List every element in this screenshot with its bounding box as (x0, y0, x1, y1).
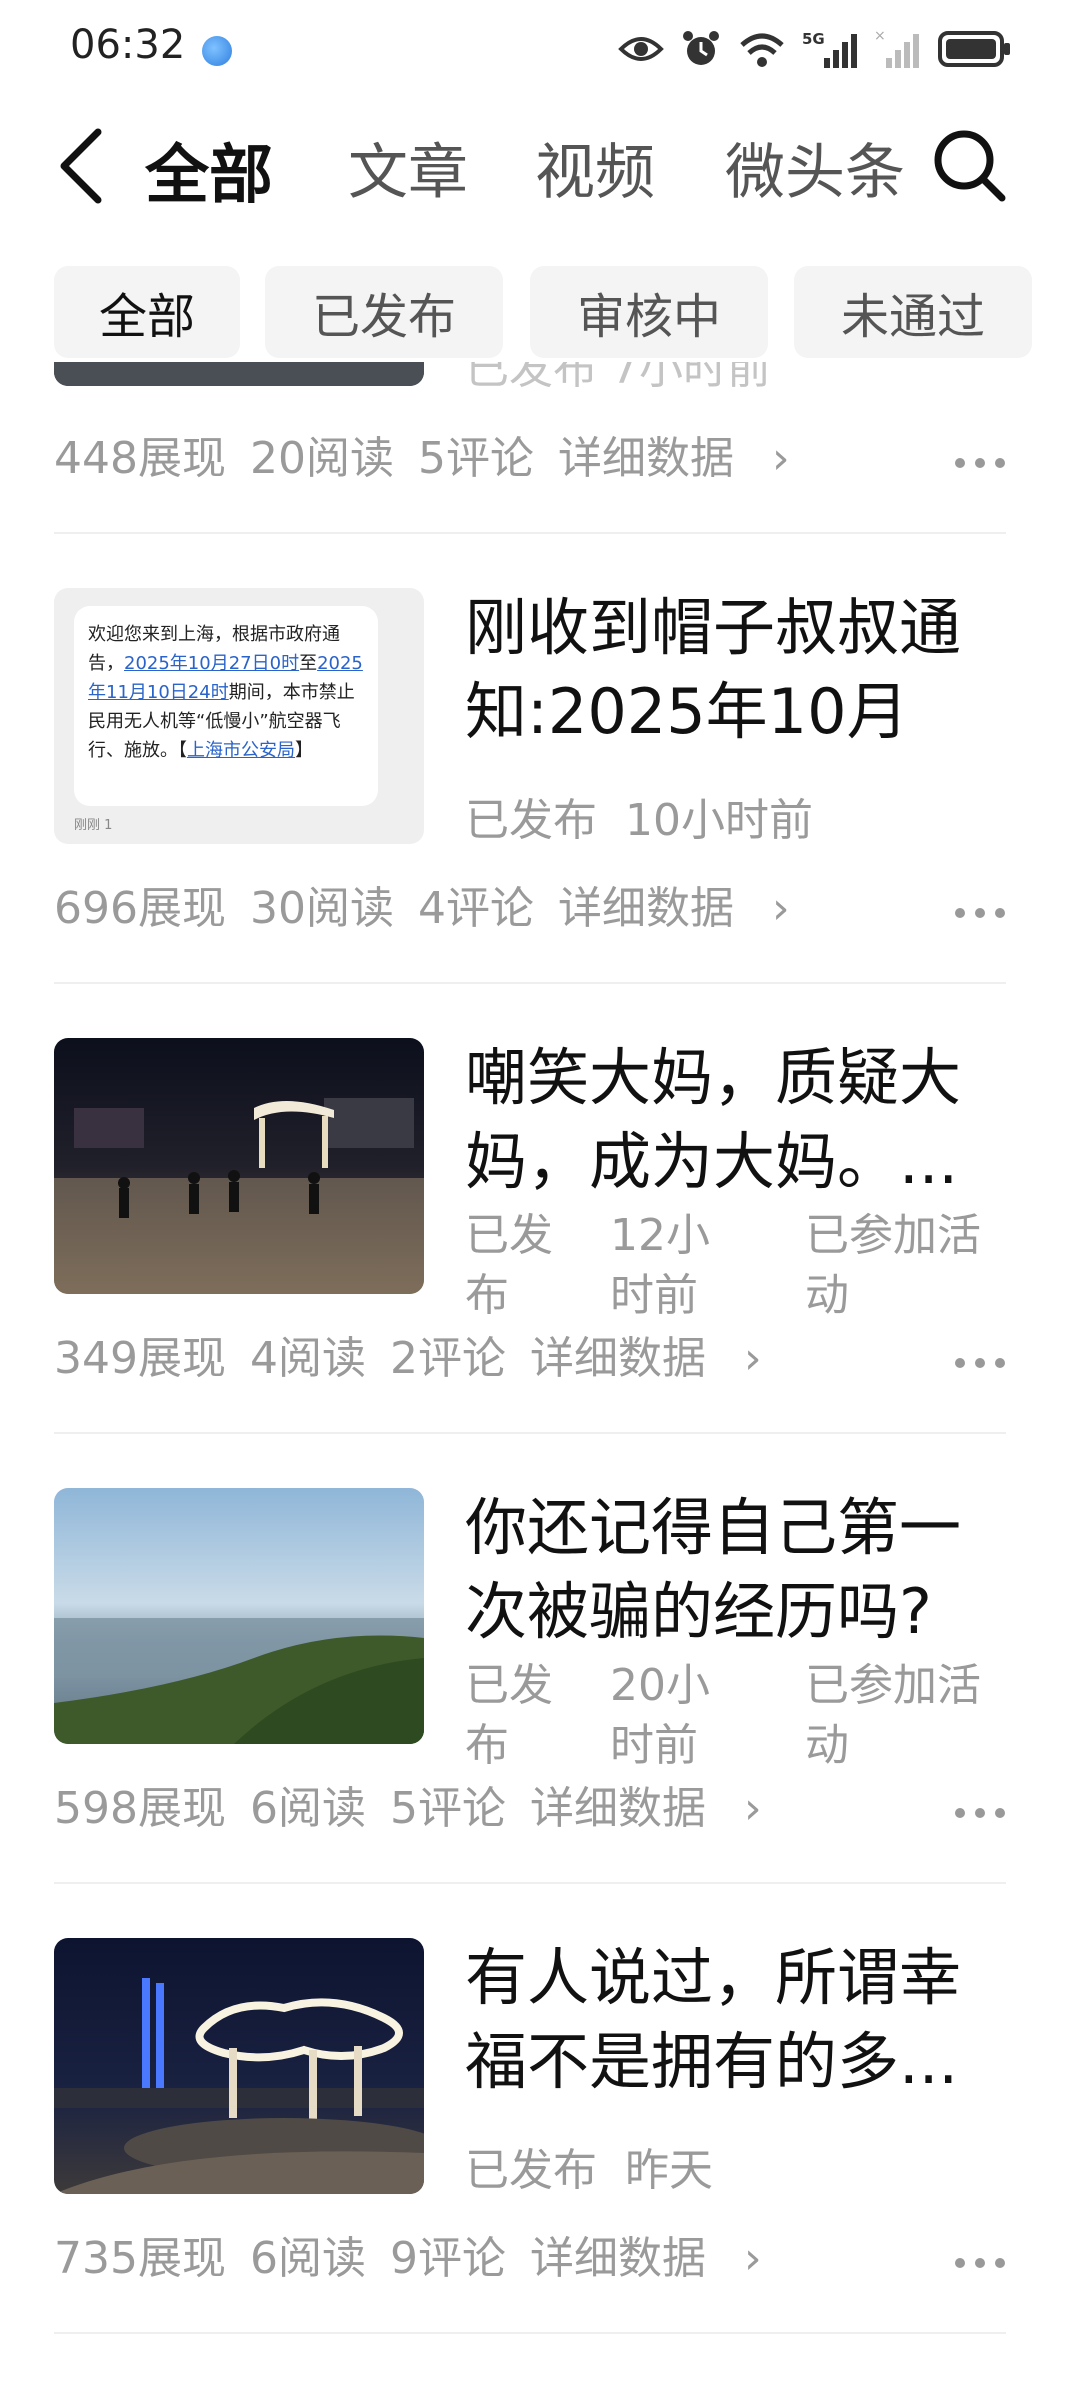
detail-data-label: 详细数据 (529, 1783, 706, 1834)
activity-tag: 已参加活动 (805, 1210, 981, 1321)
comments-count: 5评论 (417, 433, 534, 484)
comments-count: 4评论 (417, 883, 534, 934)
publish-time: 12小时前 (610, 1210, 710, 1321)
browser-notification-icon (202, 36, 232, 66)
item-meta: 已发布 10小时前 (465, 784, 813, 848)
notice-message-bubble: 欢迎您来到上海，根据市政府通告，2025年10月27日0时至2025年11月10… (74, 606, 378, 806)
signal-no-sim-icon: × (874, 28, 919, 68)
detail-data-label: 详细数据 (529, 1333, 706, 1384)
reads-count: 30阅读 (249, 883, 394, 934)
tab-videos[interactable]: 视频 (535, 124, 655, 211)
more-options-icon[interactable] (950, 448, 1010, 478)
status-time: 06:32 (70, 22, 186, 68)
item-meta: 已发布 昨天 (465, 2134, 713, 2198)
top-nav: 全部 文章 视频 微头条 (0, 110, 1080, 220)
article-thumbnail (54, 1938, 424, 2194)
alarm-icon (683, 31, 719, 65)
filter-reviewing[interactable]: 审核中 (530, 266, 768, 358)
article-title[interactable]: 你还记得自己第一次被骗的经历吗? (465, 1486, 1005, 1654)
reads-count: 6阅读 (249, 1783, 366, 1834)
detail-data-link[interactable]: 详细数据 › (530, 1333, 762, 1384)
svg-text:×: × (874, 28, 886, 44)
back-button[interactable] (50, 126, 120, 206)
publish-time: 20小时前 (610, 1660, 710, 1771)
reads-count: 20阅读 (249, 433, 394, 484)
publish-status: 已发布 (465, 795, 597, 846)
more-options-icon[interactable] (950, 1798, 1010, 1828)
detail-data-label: 详细数据 (529, 2233, 706, 2284)
publish-time: 昨天 (624, 2145, 713, 2196)
more-options-icon[interactable] (950, 898, 1010, 928)
notice-date-start: 2025年10月27日0时 (124, 653, 300, 674)
views-count: 448展现 (54, 433, 226, 484)
reads-count: 6阅读 (249, 2233, 366, 2284)
notice-text-end: 】 (295, 740, 313, 761)
more-options-icon[interactable] (950, 1348, 1010, 1378)
publish-status: 已发布 (465, 2145, 597, 2196)
item-stats: 349展现 4阅读 2评论 详细数据 › (54, 1322, 762, 1386)
detail-data-link[interactable]: 详细数据 › (558, 883, 790, 934)
views-count: 598展现 (54, 1783, 226, 1834)
notice-source: 上海市公安局 (187, 740, 295, 761)
item-stats: 735展现 6阅读 9评论 详细数据 › (54, 2222, 762, 2286)
article-title[interactable]: 嘲笑大妈，质疑大妈，成为大妈。... (465, 1036, 1005, 1204)
divider (54, 1882, 1006, 1884)
article-title[interactable]: 有人说过，所谓幸福不是拥有的多... (465, 1936, 1005, 2104)
publish-status: 已发布 (465, 1210, 553, 1321)
divider (54, 982, 1006, 984)
article-title[interactable]: 刚收到帽子叔叔通知:2025年10月2... (465, 586, 1005, 754)
content-list: 已发布 7小时前 448展现 20阅读 5评论 详细数据 › 欢迎您来到上海，根据市政… (0, 362, 1080, 2400)
tab-micro-headlines[interactable]: 微头条 (725, 124, 905, 211)
item-stats: 598展现 6阅读 5评论 详细数据 › (54, 1772, 762, 1836)
battery-icon (938, 31, 1010, 67)
publish-time: 10小时前 (624, 795, 813, 846)
signal-5g-icon: 5G (802, 30, 857, 68)
notice-text-mid: 至 (299, 653, 318, 674)
tab-articles[interactable]: 文章 (348, 124, 468, 211)
wifi-icon (740, 33, 784, 67)
article-thumbnail: 欢迎您来到上海，根据市政府通告，2025年10月27日0时至2025年11月10… (54, 588, 424, 844)
publish-status: 已发布 (465, 1660, 553, 1771)
item-stats: 696展现 30阅读 4评论 详细数据 › (54, 872, 790, 936)
item-stats: 448展现 20阅读 5评论 详细数据 › (54, 422, 790, 486)
detail-data-link[interactable]: 详细数据 › (558, 433, 790, 484)
status-bar: 06:32 5G × (0, 0, 1080, 100)
tab-all[interactable]: 全部 (145, 124, 273, 216)
comments-count: 5评论 (389, 1783, 506, 1834)
filter-published[interactable]: 已发布 (265, 266, 503, 358)
filter-rejected[interactable]: 未通过 (794, 266, 1032, 358)
detail-data-label: 详细数据 (557, 883, 734, 934)
reads-count: 4阅读 (249, 1333, 366, 1384)
detail-data-link[interactable]: 详细数据 › (530, 1783, 762, 1834)
item-meta-partial: 已发布 7小时前 (465, 362, 771, 394)
eye-icon (618, 37, 664, 61)
views-count: 696展现 (54, 883, 226, 934)
divider (54, 2332, 1006, 2334)
views-count: 735展现 (54, 2233, 226, 2284)
article-thumbnail (54, 362, 424, 386)
activity-tag: 已参加活动 (805, 1660, 981, 1771)
back-arrow-icon (60, 128, 102, 204)
divider (54, 1432, 1006, 1434)
item-meta: 已发布 20小时前 已参加活动 (465, 1656, 1025, 1776)
search-icon (934, 130, 1006, 202)
filter-all[interactable]: 全部 (54, 266, 240, 358)
article-thumbnail (54, 1488, 424, 1744)
views-count: 349展现 (54, 1333, 226, 1384)
divider (54, 532, 1006, 534)
status-icons: 5G × (618, 26, 1012, 72)
search-button[interactable] (930, 126, 1010, 206)
item-meta: 已发布 12小时前 已参加活动 (465, 1206, 1025, 1326)
comments-count: 2评论 (389, 1333, 506, 1384)
network-type-label: 5G (802, 30, 825, 48)
comments-count: 9评论 (389, 2233, 506, 2284)
detail-data-link[interactable]: 详细数据 › (530, 2233, 762, 2284)
article-thumbnail (54, 1038, 424, 1294)
more-options-icon[interactable] (950, 2248, 1010, 2278)
detail-data-label: 详细数据 (557, 433, 734, 484)
notice-timestamp: 刚刚 1 (74, 818, 113, 833)
